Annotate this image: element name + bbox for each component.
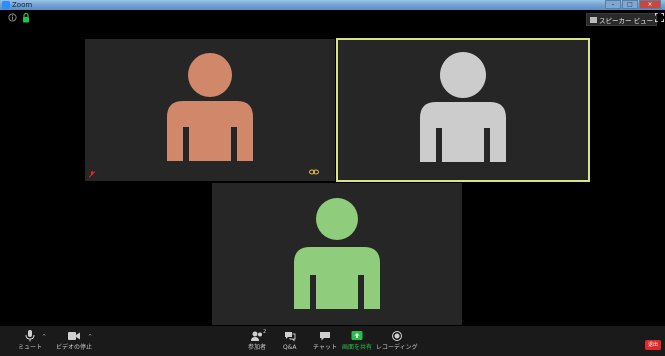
participant-avatar-icon [420, 52, 506, 162]
participant-avatar-icon [294, 198, 380, 309]
qa-button[interactable]: Q&A [283, 330, 297, 351]
participant-tile-active-speaker[interactable] [336, 38, 590, 182]
stop-video-button[interactable]: ビデオの停止 [56, 330, 92, 351]
record-label: レコーディング [376, 344, 418, 351]
view-grid-icon [590, 16, 597, 23]
share-screen-label: 画面を共有 [342, 344, 373, 351]
qa-icon [284, 332, 296, 342]
pinned-video-icon [309, 169, 319, 175]
chat-button[interactable]: チャット [313, 330, 337, 351]
record-icon [391, 331, 402, 341]
muted-mic-icon [89, 171, 95, 178]
share-screen-button[interactable]: 画面を共有 [342, 330, 372, 351]
minimize-button[interactable]: – [605, 0, 621, 9]
participants-label: 参加者 [248, 344, 267, 351]
lock-icon[interactable] [22, 13, 30, 23]
microphone-icon [25, 330, 35, 342]
participants-button[interactable]: 2 参加者 [248, 329, 267, 351]
window-titlebar: Zoom – □ × [0, 0, 665, 10]
audio-options-chevron-icon[interactable]: ^ [42, 334, 46, 340]
end-meeting-button[interactable]: 退出 [645, 340, 661, 350]
mute-label: ミュート [18, 344, 43, 351]
meeting-info-icon[interactable] [8, 13, 17, 22]
participant-tile[interactable] [85, 39, 335, 181]
speaker-view-label: スピーカー ビュー [599, 16, 654, 25]
participants-icon [251, 331, 262, 341]
participants-count: 2 [263, 329, 267, 335]
participant-tile[interactable] [212, 183, 462, 325]
video-options-chevron-icon[interactable]: ^ [88, 334, 92, 340]
window-controls: – □ × [605, 0, 661, 9]
qa-label: Q&A [283, 344, 297, 351]
zoom-logo-icon [2, 1, 10, 9]
participant-avatar-icon [167, 53, 253, 161]
speaker-view-button[interactable]: スピーカー ビュー [586, 13, 658, 26]
window-title: Zoom [12, 1, 33, 9]
stop-video-label: ビデオの停止 [56, 344, 93, 351]
record-button[interactable]: レコーディング [376, 330, 418, 351]
chat-icon [319, 332, 330, 341]
maximize-button[interactable]: □ [622, 0, 638, 9]
fullscreen-icon[interactable] [655, 13, 664, 22]
chat-label: チャット [313, 344, 337, 351]
close-button[interactable]: × [639, 0, 661, 9]
share-screen-icon [351, 331, 363, 340]
mute-button[interactable]: ミュート [18, 330, 42, 351]
video-camera-icon [68, 332, 80, 340]
